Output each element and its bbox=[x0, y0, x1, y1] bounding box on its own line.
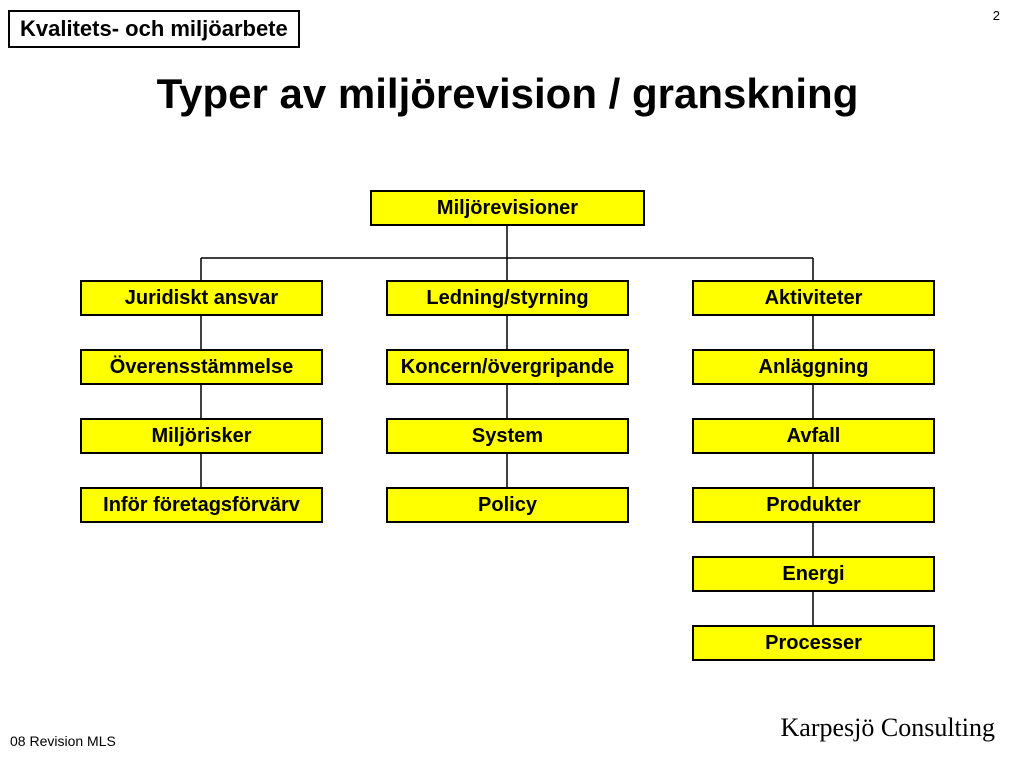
footer-right: Karpesjö Consulting bbox=[781, 713, 996, 743]
node-label: Koncern/övergripande bbox=[401, 356, 614, 379]
slide-title: Typer av miljörevision / granskning bbox=[0, 70, 1015, 118]
node-col3-5: Processer bbox=[692, 625, 935, 661]
node-label: Policy bbox=[478, 494, 537, 517]
node-col3-4: Energi bbox=[692, 556, 935, 592]
node-label: Miljörisker bbox=[151, 425, 251, 448]
node-label: Överensstämmelse bbox=[110, 356, 293, 379]
page-number: 2 bbox=[993, 8, 1000, 23]
node-label: Anläggning bbox=[759, 356, 869, 379]
node-col1-3: Inför företagsförvärv bbox=[80, 487, 323, 523]
node-col2-1: Koncern/övergripande bbox=[386, 349, 629, 385]
node-label: Juridiskt ansvar bbox=[125, 287, 278, 310]
node-col1-1: Överensstämmelse bbox=[80, 349, 323, 385]
node-col3-0: Aktiviteter bbox=[692, 280, 935, 316]
node-col3-2: Avfall bbox=[692, 418, 935, 454]
node-col2-3: Policy bbox=[386, 487, 629, 523]
node-label: Aktiviteter bbox=[765, 287, 863, 310]
node-col1-2: Miljörisker bbox=[80, 418, 323, 454]
node-label: Energi bbox=[782, 563, 844, 586]
node-label: System bbox=[472, 425, 543, 448]
node-label: Ledning/styrning bbox=[426, 287, 588, 310]
node-col3-3: Produkter bbox=[692, 487, 935, 523]
node-label: Produkter bbox=[766, 494, 860, 517]
node-root: Miljörevisioner bbox=[370, 190, 645, 226]
node-label: Processer bbox=[765, 632, 862, 655]
node-col2-0: Ledning/styrning bbox=[386, 280, 629, 316]
node-label: Inför företagsförvärv bbox=[103, 494, 300, 517]
node-root-label: Miljörevisioner bbox=[437, 197, 578, 220]
header-box: Kvalitets- och miljöarbete bbox=[8, 10, 300, 48]
node-label: Avfall bbox=[787, 425, 841, 448]
node-col1-0: Juridiskt ansvar bbox=[80, 280, 323, 316]
footer-left: 08 Revision MLS bbox=[10, 733, 116, 749]
node-col3-1: Anläggning bbox=[692, 349, 935, 385]
header-text: Kvalitets- och miljöarbete bbox=[20, 16, 288, 41]
node-col2-2: System bbox=[386, 418, 629, 454]
